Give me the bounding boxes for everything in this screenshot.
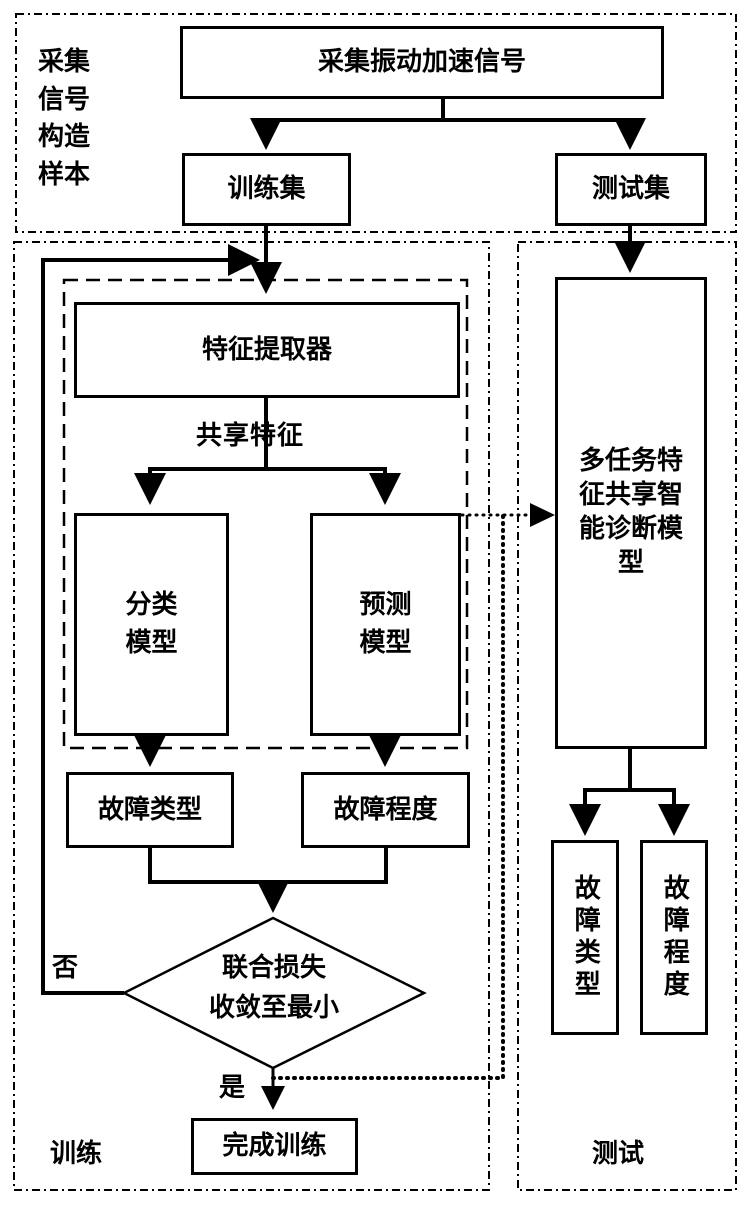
region-training-label: 训练 (50, 1139, 103, 1169)
collect-label-line: 采集 (38, 47, 91, 77)
edge-outputs-decision (148, 846, 388, 905)
transfer-arrowhead (530, 503, 555, 527)
collect-label-line: 信号 (38, 84, 91, 115)
no-label: 否 (52, 953, 79, 983)
edge-model-test-degree (630, 788, 690, 836)
prediction-model-label: 预测模型 (359, 589, 412, 658)
decision-label: 联合损失 收敛至最小 (164, 948, 384, 1029)
multitask-model-label: 多任务特征共享智能诊断模型 (578, 446, 683, 578)
decision-line-2: 收敛至最小 (208, 993, 339, 1024)
shared-features-label: 共享特征 (196, 421, 305, 451)
test-fault-type-node: 故障类型 (551, 840, 619, 1035)
collect-label-line: 样本 (38, 160, 91, 191)
fault-degree-node: 故障程度 (301, 772, 470, 848)
region-testing-label: 测试 (592, 1139, 645, 1169)
feature-extractor-node: 特征提取器 (74, 302, 460, 398)
edge-acquire-testset (443, 118, 646, 150)
acquire-signal-node: 采集振动加速信号 (180, 26, 664, 99)
prediction-model-node: 预测模型 (310, 513, 461, 736)
classification-model-node: 分类模型 (74, 513, 229, 736)
yes-label: 是 (219, 1073, 246, 1103)
multitask-model-node: 多任务特征共享智能诊断模型 (555, 277, 707, 749)
test-fault-degree-node: 故障程度 (640, 840, 708, 1035)
training-set-node: 训练集 (182, 153, 351, 226)
collect-label-line: 构造 (38, 122, 91, 153)
edge-acquire-split (250, 98, 445, 150)
decision-line-1: 联合损失 (221, 953, 326, 983)
fault-type-node: 故障类型 (66, 772, 234, 848)
test-set-node: 测试集 (555, 153, 707, 226)
classification-model-label: 分类模型 (125, 589, 178, 658)
edge-model-test-outputs (569, 748, 632, 836)
region-collect-label: 采集 信号 构造 样本 (38, 44, 108, 195)
finish-training-node: 完成训练 (191, 1118, 358, 1175)
edge-extractor-prediction (266, 467, 401, 505)
